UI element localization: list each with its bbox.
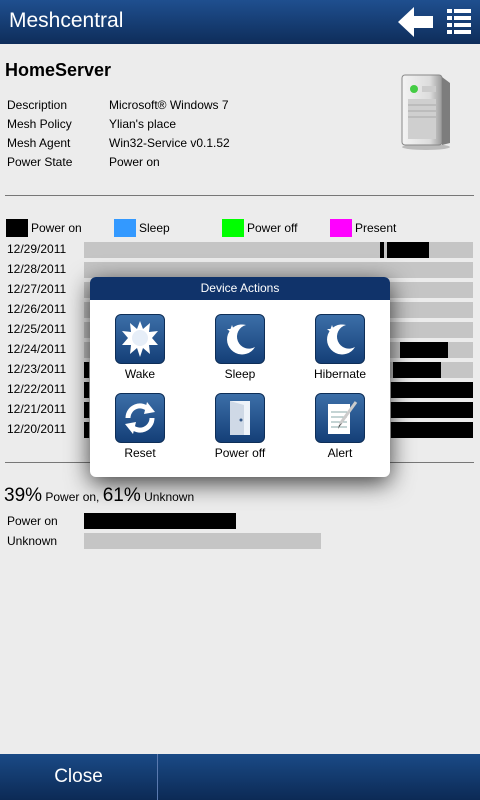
stat-bar xyxy=(84,513,236,529)
history-date: 12/20/2011 xyxy=(7,422,67,436)
legend-label: Power off xyxy=(247,221,298,235)
power-on-segment xyxy=(84,382,89,398)
stat-row-unknown: Unknown xyxy=(7,533,477,551)
device-info-table: Description Microsoft® Windows 7 Mesh Po… xyxy=(7,98,307,174)
action-label: Reset xyxy=(124,446,156,460)
action-label: Alert xyxy=(327,446,353,460)
device-name: HomeServer xyxy=(5,60,112,80)
power-summary: 39% Power on, 61% Unknown xyxy=(4,485,194,507)
history-timeline-bar xyxy=(84,262,473,278)
info-row-description: Description Microsoft® Windows 7 xyxy=(7,98,307,117)
stat-label: Power on xyxy=(7,514,58,528)
action-label: Wake xyxy=(124,367,156,381)
stat-label: Unknown xyxy=(7,534,58,548)
power-on-segment xyxy=(84,402,89,418)
stat-row-power-on: Power on xyxy=(7,513,477,531)
power-on-segment xyxy=(379,242,385,258)
power-on-segment xyxy=(391,422,473,438)
legend: Power on Sleep Power off Present xyxy=(6,219,476,237)
power-on-segment xyxy=(84,362,89,378)
power-on-segment xyxy=(386,242,430,258)
legend-swatch xyxy=(6,219,28,237)
action-label: Power off xyxy=(214,446,266,460)
info-row-mesh-policy: Mesh Policy Ylian's place xyxy=(7,117,307,136)
action-label: Sleep xyxy=(224,367,256,381)
dialog-title: Device Actions xyxy=(90,277,390,300)
legend-label: Present xyxy=(355,221,397,235)
notepad-icon xyxy=(315,393,365,443)
device-actions-dialog: Device Actions Wake Sleep Hibernate Rese… xyxy=(90,277,390,477)
unknown-text: Unknown xyxy=(140,490,195,504)
info-value: Ylian's place xyxy=(109,117,176,131)
info-row-mesh-agent: Mesh Agent Win32-Service v0.1.52 xyxy=(7,136,307,155)
info-row-power-state: Power State Power on xyxy=(7,155,307,174)
refresh-icon xyxy=(115,393,165,443)
app-title: Meshcentral xyxy=(9,9,124,32)
door-icon xyxy=(215,393,265,443)
menu-list-icon[interactable] xyxy=(447,9,471,35)
wake-button[interactable]: Wake xyxy=(95,314,185,381)
info-key: Mesh Agent xyxy=(7,136,71,150)
power-on-segment xyxy=(393,362,441,378)
legend-label: Sleep xyxy=(139,221,170,235)
history-date: 12/28/2011 xyxy=(7,262,67,276)
history-date: 12/25/2011 xyxy=(7,322,67,336)
action-label: Hibernate xyxy=(313,367,367,381)
power-on-segment xyxy=(391,382,473,398)
power-on-text: Power on, xyxy=(42,490,103,504)
info-key: Mesh Policy xyxy=(7,117,72,131)
history-date: 12/23/2011 xyxy=(7,362,67,376)
history-date: 12/27/2011 xyxy=(7,282,67,296)
power-off-button[interactable]: Power off xyxy=(195,393,285,460)
hibernate-button[interactable]: Hibernate xyxy=(295,314,385,381)
sun-icon xyxy=(115,314,165,364)
section-divider xyxy=(5,195,474,196)
stat-bar xyxy=(84,533,321,549)
reset-button[interactable]: Reset xyxy=(95,393,185,460)
history-date: 12/21/2011 xyxy=(7,402,67,416)
legend-swatch xyxy=(330,219,352,237)
power-on-segment xyxy=(84,422,89,438)
info-value: Win32-Service v0.1.52 xyxy=(109,136,230,150)
alert-button[interactable]: Alert xyxy=(295,393,385,460)
power-on-segment xyxy=(400,342,448,358)
history-row: 12/29/2011 xyxy=(7,241,473,261)
info-value: Microsoft® Windows 7 xyxy=(109,98,229,112)
history-date: 12/26/2011 xyxy=(7,302,67,316)
top-bar: Meshcentral xyxy=(0,0,480,44)
sleep-button[interactable]: Sleep xyxy=(195,314,285,381)
bottom-bar: Close xyxy=(0,754,480,800)
moon-icon xyxy=(215,314,265,364)
back-arrow-icon[interactable] xyxy=(398,6,434,38)
power-on-percent: 39% xyxy=(4,485,43,506)
info-value: Power on xyxy=(109,155,160,169)
close-button[interactable]: Close xyxy=(0,754,158,800)
moon-icon xyxy=(315,314,365,364)
server-tower-icon xyxy=(398,71,452,151)
legend-label: Power on xyxy=(31,221,82,235)
legend-swatch xyxy=(222,219,244,237)
history-date: 12/24/2011 xyxy=(7,342,67,356)
legend-swatch xyxy=(114,219,136,237)
history-timeline-bar xyxy=(84,242,473,258)
info-key: Description xyxy=(7,98,68,112)
history-date: 12/22/2011 xyxy=(7,382,67,396)
unknown-percent: 61% xyxy=(102,485,141,506)
info-key: Power State xyxy=(7,155,73,169)
history-date: 12/29/2011 xyxy=(7,242,67,256)
power-on-segment xyxy=(391,402,473,418)
